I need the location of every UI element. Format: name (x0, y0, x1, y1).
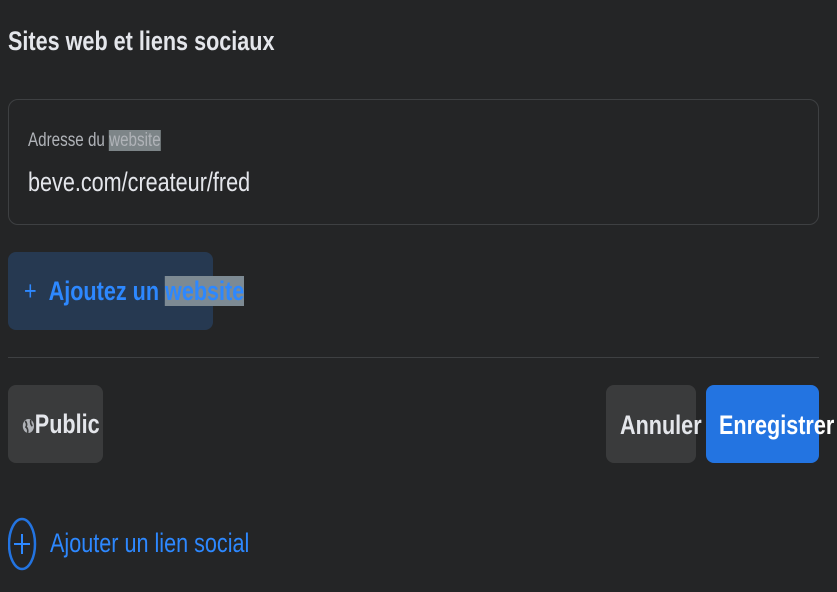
privacy-public-button[interactable]: Public (8, 385, 103, 463)
save-button[interactable]: Enregistrer (706, 385, 834, 463)
plus-icon: + (24, 276, 37, 306)
plus-circle-icon (8, 517, 37, 571)
add-website-button[interactable]: + Ajoutez un website (8, 252, 245, 330)
globe-icon (22, 419, 34, 434)
website-address-field[interactable] (8, 99, 819, 225)
website-field-label: Adresse du website (28, 130, 161, 151)
cancel-button[interactable]: Annuler (606, 385, 702, 463)
website-field-value[interactable]: beve.com/createur/fred (28, 167, 306, 198)
divider (8, 357, 819, 358)
section-title: Sites web et liens sociaux (8, 26, 275, 56)
add-social-link-button[interactable]: Ajouter un lien social (8, 517, 249, 571)
